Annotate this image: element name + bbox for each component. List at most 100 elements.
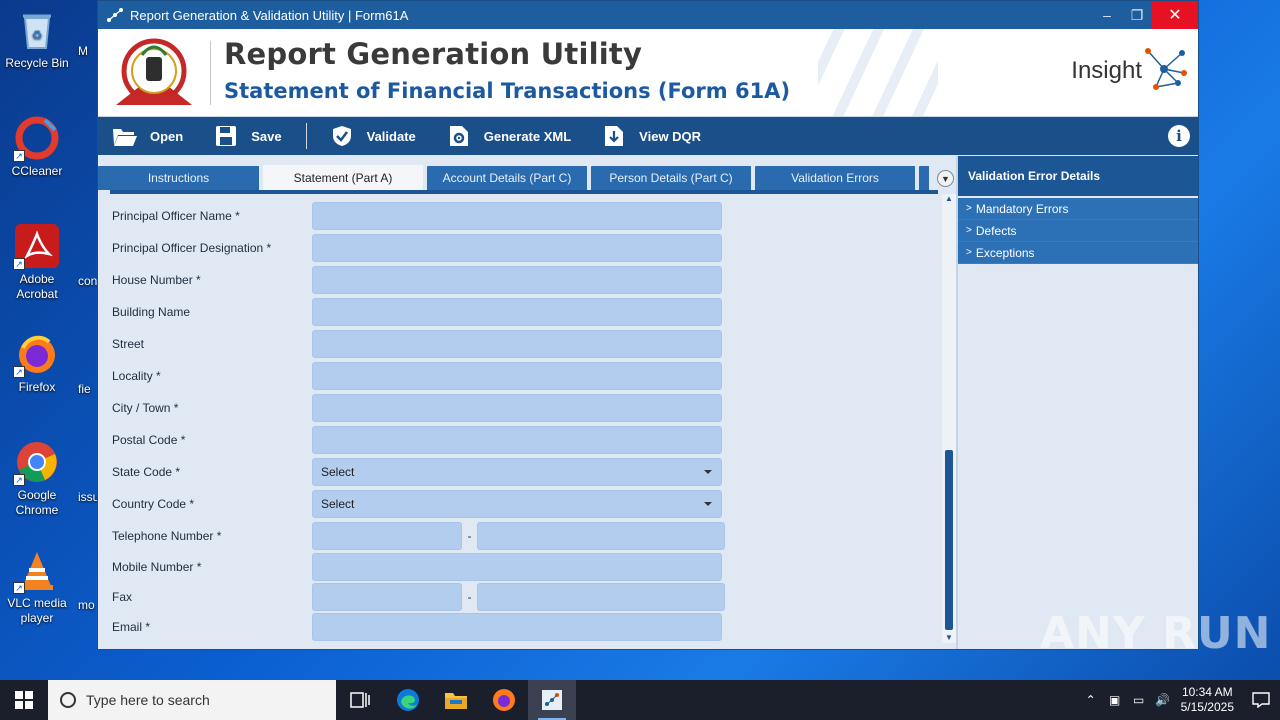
view-dqr-button[interactable]: View DQR: [601, 124, 701, 148]
notification-icon[interactable]: [1242, 692, 1280, 708]
telephone-number-input[interactable]: [477, 522, 725, 550]
insight-logo-icon: [1142, 43, 1190, 99]
desktop-partial-label[interactable]: mo: [78, 598, 95, 612]
clock-time: 10:34 AM: [1181, 685, 1233, 699]
form-row-country-code: Country Code * Select: [112, 490, 932, 518]
form-panel: Instructions Statement (Part A) Account …: [98, 156, 956, 649]
city-town-input[interactable]: [312, 394, 722, 422]
close-button[interactable]: ✕: [1152, 1, 1198, 29]
desktop-partial-label[interactable]: con: [78, 274, 97, 288]
telephone-number-label: Telephone Number *: [112, 529, 222, 543]
open-label: Open: [150, 128, 184, 144]
taskbar-file-explorer[interactable]: [432, 680, 480, 720]
banner-title: Report Generation Utility: [224, 37, 643, 71]
taskbar-clock[interactable]: 10:34 AM 5/15/2025: [1181, 685, 1234, 715]
volume-icon[interactable]: 🔊: [1151, 693, 1175, 707]
tree-item-mandatory-errors[interactable]: > Mandatory Errors: [958, 198, 1198, 220]
tab-account-details[interactable]: Account Details (Part C): [427, 166, 587, 190]
telephone-std-code-input[interactable]: [312, 522, 462, 550]
main-toolbar: Open Save Validate Generate XML View DQR…: [98, 117, 1198, 155]
tab-instructions[interactable]: Instructions: [98, 166, 259, 190]
minimize-button[interactable]: –: [1092, 1, 1122, 29]
locality-label: Locality *: [112, 369, 161, 383]
state-code-select[interactable]: Select: [312, 458, 722, 486]
system-tray: ⌃ ▣ ▭ 🔊 10:34 AM 5/15/2025: [1079, 680, 1280, 720]
save-button[interactable]: Save: [213, 124, 282, 148]
chevron-right-icon: >: [966, 203, 972, 214]
form-row-principal-officer-designation: Principal Officer Designation *: [112, 234, 932, 262]
form-scrollbar[interactable]: ▲ ▼: [942, 194, 956, 643]
taskbar: Type here to search ⌃ ▣ ▭ 🔊 10:34 AM 5/1…: [0, 680, 1280, 720]
open-button[interactable]: Open: [112, 124, 183, 148]
network-icon[interactable]: ▣: [1103, 693, 1127, 707]
form-row-email: Email *: [112, 613, 932, 641]
desktop-icon-ccleaner[interactable]: ↗ CCleaner: [0, 116, 74, 179]
tabs-dropdown-icon[interactable]: ▼: [937, 170, 954, 187]
tree-item-exceptions[interactable]: > Exceptions: [958, 242, 1198, 264]
chevron-down-icon: [704, 470, 712, 474]
desktop-icon-label: Adobe Acrobat: [16, 272, 58, 301]
house-number-input[interactable]: [312, 266, 722, 294]
building-name-input[interactable]: [312, 298, 722, 326]
form-row-fax: Fax -: [112, 583, 932, 611]
chevron-right-icon: >: [966, 247, 972, 258]
tab-validation-errors[interactable]: Validation Errors: [755, 166, 915, 190]
tree-item-label: Mandatory Errors: [975, 201, 1069, 216]
toolbar-separator: [305, 123, 307, 149]
email-input[interactable]: [312, 613, 722, 641]
task-view-button[interactable]: [336, 680, 384, 720]
tree-item-label: Defects: [975, 223, 1017, 238]
chevron-up-icon[interactable]: ⌃: [1079, 693, 1103, 707]
desktop-partial-label[interactable]: M: [78, 44, 88, 58]
validate-button[interactable]: Validate: [329, 124, 416, 148]
restore-button[interactable]: ❐: [1122, 1, 1152, 29]
generate-xml-button[interactable]: Generate XML: [446, 124, 571, 148]
folder-icon: [445, 693, 467, 709]
validate-label: Validate: [366, 128, 416, 144]
desktop-icon-recycle-bin[interactable]: ♻ Recycle Bin: [0, 8, 74, 71]
street-input[interactable]: [312, 330, 722, 358]
principal-officer-name-input[interactable]: [312, 202, 722, 230]
file-gear-icon: [446, 124, 472, 148]
desktop-icon-label: Recycle Bin: [5, 56, 69, 70]
info-icon[interactable]: i: [1168, 125, 1190, 147]
tab-person-details[interactable]: Person Details (Part C): [591, 166, 751, 190]
locality-input[interactable]: [312, 362, 722, 390]
scrollbar-thumb[interactable]: [945, 450, 953, 630]
desktop-icon-vlc[interactable]: ↗ VLC media player: [0, 548, 74, 626]
form-row-locality: Locality *: [112, 362, 932, 390]
state-code-value: Select: [321, 465, 355, 479]
principal-officer-designation-input[interactable]: [312, 234, 722, 262]
tree-item-defects[interactable]: > Defects: [958, 220, 1198, 242]
state-code-label: State Code *: [112, 465, 181, 479]
start-button[interactable]: [0, 680, 48, 720]
taskbar-search-box[interactable]: Type here to search: [48, 680, 336, 720]
mobile-number-input[interactable]: [312, 553, 722, 581]
desktop-icon-chrome[interactable]: ↗ Google Chrome: [0, 440, 74, 518]
taskbar-edge[interactable]: [384, 680, 432, 720]
country-code-value: Select: [321, 497, 355, 511]
street-label: Street: [112, 337, 145, 351]
scroll-up-icon[interactable]: ▲: [944, 194, 954, 204]
display-icon[interactable]: ▭: [1127, 693, 1151, 707]
taskbar-firefox[interactable]: [480, 680, 528, 720]
desktop-icon-label: VLC media player: [7, 596, 67, 625]
taskbar-report-utility[interactable]: [528, 680, 576, 720]
firefox-icon: ↗: [13, 332, 59, 378]
banner-divider: [210, 41, 211, 105]
tab-overflow[interactable]: [919, 166, 929, 190]
folder-open-icon: [112, 124, 138, 148]
desktop-icon-firefox[interactable]: ↗ Firefox: [0, 332, 74, 395]
fax-std-code-input[interactable]: [312, 583, 462, 611]
desktop-partial-label[interactable]: fie: [78, 382, 91, 396]
postal-code-input[interactable]: [312, 426, 722, 454]
country-code-select[interactable]: Select: [312, 490, 722, 518]
desktop-icon-acrobat[interactable]: ↗ Adobe Acrobat: [0, 224, 74, 302]
scroll-down-icon[interactable]: ▼: [944, 633, 954, 643]
fax-number-input[interactable]: [477, 583, 725, 611]
view-dqr-label: View DQR: [639, 128, 702, 144]
title-bar[interactable]: Report Generation & Validation Utility |…: [98, 1, 1198, 29]
generate-xml-label: Generate XML: [483, 128, 572, 144]
tab-statement-part-a[interactable]: Statement (Part A): [263, 165, 423, 190]
form-row-state-code: State Code * Select: [112, 458, 932, 486]
